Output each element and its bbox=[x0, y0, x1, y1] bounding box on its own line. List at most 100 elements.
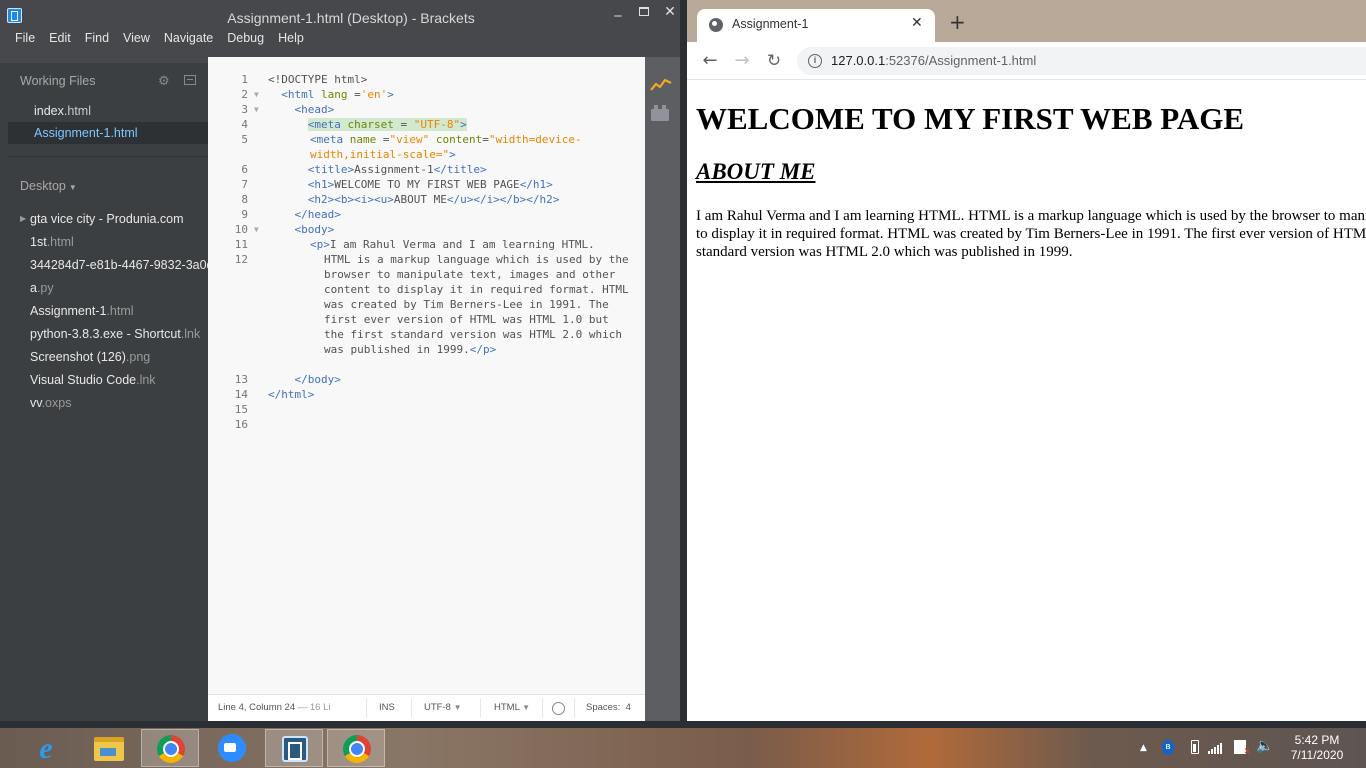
line-number: 9 bbox=[241, 208, 248, 221]
bluetooth-icon[interactable]: ʙ bbox=[1162, 740, 1174, 755]
tree-item[interactable]: gta vice city - Produnia.com bbox=[30, 208, 208, 230]
tree-item[interactable]: Screenshot (126).png bbox=[30, 346, 208, 368]
fold-arrow-icon[interactable]: ▼ bbox=[254, 102, 259, 117]
encoding-value: UTF-8 bbox=[424, 702, 451, 713]
chrome-window: Assignment-1 ✕ + ← → ↻ i 127.0.0.1:52376… bbox=[687, 0, 1366, 721]
file-name: Screenshot (126) bbox=[30, 350, 126, 364]
right-toolbar bbox=[645, 57, 680, 721]
file-ext: .py bbox=[36, 281, 54, 295]
minimize-button[interactable]: _ bbox=[608, 2, 628, 20]
line-number: 16 bbox=[234, 418, 248, 431]
brackets-titlebar: Assignment-1.html (Desktop) - Brackets _… bbox=[0, 0, 680, 57]
status-bar: Line 4, Column 24 — 16 Li INS UTF-8 ▼ HT… bbox=[208, 694, 645, 721]
working-file-assignment-1[interactable]: Assignment-1.html bbox=[8, 122, 208, 144]
extension-manager-icon[interactable] bbox=[651, 105, 669, 121]
menu-bar: File Edit Find View Navigate Debug Help bbox=[8, 31, 311, 45]
line-number: 5 bbox=[241, 133, 248, 146]
tree-item[interactable]: Assignment-1.html bbox=[30, 300, 208, 322]
divider bbox=[8, 156, 208, 157]
tab-title: Assignment-1 bbox=[732, 17, 809, 31]
menu-view[interactable]: View bbox=[116, 31, 157, 45]
working-file-index[interactable]: index.html bbox=[8, 100, 208, 122]
indent-setting[interactable]: Spaces: 4 bbox=[586, 695, 631, 721]
maximize-icon bbox=[639, 7, 649, 16]
url-text[interactable]: 127.0.0.1:52376/Assignment-1.html bbox=[831, 53, 1036, 68]
split-view-icon[interactable] bbox=[184, 75, 196, 85]
info-icon[interactable]: i bbox=[808, 54, 822, 68]
tree-item[interactable]: 1st.html bbox=[30, 231, 208, 253]
sidebar: Working Files ⚙ index.html Assignment-1.… bbox=[0, 57, 208, 721]
tree-item[interactable]: 344284d7-e81b-4467-9832-3a0d bbox=[30, 254, 208, 276]
fold-arrow-icon[interactable]: ▼ bbox=[254, 222, 259, 237]
code-editor[interactable]: 1 2 3 4 5 6 7 8 9 10 11 12 13 14 15 16 ▼… bbox=[208, 57, 645, 721]
line-number: 2 bbox=[241, 88, 248, 101]
insert-mode[interactable]: INS bbox=[379, 695, 395, 721]
encoding-select[interactable]: UTF-8 ▼ bbox=[424, 695, 461, 721]
page-subheading: ABOUT ME bbox=[696, 159, 816, 184]
menu-navigate[interactable]: Navigate bbox=[157, 31, 220, 45]
line-count: — 16 Li bbox=[297, 702, 331, 713]
taskbar-zoom[interactable] bbox=[203, 729, 261, 767]
file-ext: .html bbox=[106, 304, 134, 318]
signal-icon[interactable] bbox=[1208, 742, 1222, 754]
file-name: a bbox=[30, 281, 37, 295]
forward-icon[interactable]: → bbox=[730, 49, 754, 73]
menu-help[interactable]: Help bbox=[271, 31, 311, 45]
tree-item[interactable]: a.py bbox=[30, 277, 208, 299]
browser-tab[interactable]: Assignment-1 ✕ bbox=[697, 9, 935, 42]
clock[interactable]: 5:42 PM 7/11/2020 bbox=[1280, 733, 1354, 763]
address-bar[interactable]: i 127.0.0.1:52376/Assignment-1.html bbox=[797, 47, 1366, 75]
code-line: <meta name ="view" content="width=device… bbox=[310, 133, 582, 161]
taskbar-chrome-2[interactable] bbox=[327, 729, 385, 767]
fold-arrow-icon[interactable]: ▼ bbox=[254, 87, 259, 102]
file-ext: .oxps bbox=[41, 396, 72, 410]
gear-icon[interactable]: ⚙ bbox=[158, 74, 170, 89]
cursor-position-text: Line 4, Column 24 bbox=[218, 702, 296, 713]
tree-item[interactable]: Visual Studio Code.lnk bbox=[30, 369, 208, 391]
code-line-selected: <meta charset = "UTF-8"> bbox=[307, 118, 467, 131]
divider bbox=[574, 699, 575, 717]
line-number: 15 bbox=[234, 403, 248, 416]
browser-toolbar: ← → ↻ i 127.0.0.1:52376/Assignment-1.htm… bbox=[687, 42, 1366, 80]
menu-edit[interactable]: Edit bbox=[42, 31, 78, 45]
back-icon[interactable]: ← bbox=[698, 49, 722, 73]
tree-item[interactable]: python-3.8.3.exe - Shortcut.lnk bbox=[30, 323, 208, 345]
taskbar-internet-explorer[interactable]: e bbox=[16, 729, 74, 767]
show-hidden-icons-icon[interactable]: ▲ bbox=[1140, 743, 1147, 753]
taskbar-chrome[interactable] bbox=[141, 729, 199, 767]
divider bbox=[366, 699, 367, 717]
file-name: Assignment-1 bbox=[30, 304, 107, 318]
code-line: HTML is a markup language which is used … bbox=[324, 253, 636, 356]
menu-file[interactable]: File bbox=[8, 31, 42, 45]
project-dropdown[interactable]: Desktop ▼ bbox=[20, 179, 77, 193]
menu-debug[interactable]: Debug bbox=[220, 31, 271, 45]
battery-icon[interactable] bbox=[1191, 740, 1199, 754]
file-ext: .lnk bbox=[136, 373, 156, 387]
project-label: Desktop bbox=[20, 179, 66, 193]
taskbar-file-explorer[interactable] bbox=[78, 729, 136, 767]
maximize-button[interactable] bbox=[634, 4, 654, 20]
file-name: vv bbox=[30, 396, 42, 410]
line-number: 12 bbox=[234, 253, 248, 266]
line-number: 3 bbox=[241, 103, 248, 116]
tree-item[interactable]: vv.oxps bbox=[30, 392, 208, 414]
zoom-icon bbox=[218, 734, 246, 762]
file-name: index bbox=[34, 104, 64, 118]
close-icon[interactable]: ✕ bbox=[911, 15, 923, 31]
folder-expand-icon[interactable]: ▶ bbox=[20, 208, 26, 230]
live-preview-icon[interactable] bbox=[650, 77, 672, 93]
clock-time: 5:42 PM bbox=[1294, 733, 1340, 747]
code-line: <html lang ='en'> bbox=[281, 88, 394, 101]
language-select[interactable]: HTML ▼ bbox=[494, 695, 530, 721]
close-button[interactable]: ✕ bbox=[660, 4, 680, 20]
volume-icon[interactable]: 🔈 bbox=[1256, 738, 1273, 754]
taskbar-brackets[interactable] bbox=[265, 729, 323, 767]
line-number: 1 bbox=[241, 73, 248, 86]
new-tab-icon[interactable]: + bbox=[949, 12, 966, 32]
code-line: </html> bbox=[268, 388, 315, 401]
menu-find[interactable]: Find bbox=[78, 31, 116, 45]
network-icon[interactable] bbox=[1234, 740, 1251, 757]
linter-status-icon[interactable] bbox=[552, 702, 565, 715]
reload-icon[interactable]: ↻ bbox=[762, 49, 786, 73]
file-name: 344284d7-e81b-4467-9832-3a0d bbox=[30, 258, 208, 272]
